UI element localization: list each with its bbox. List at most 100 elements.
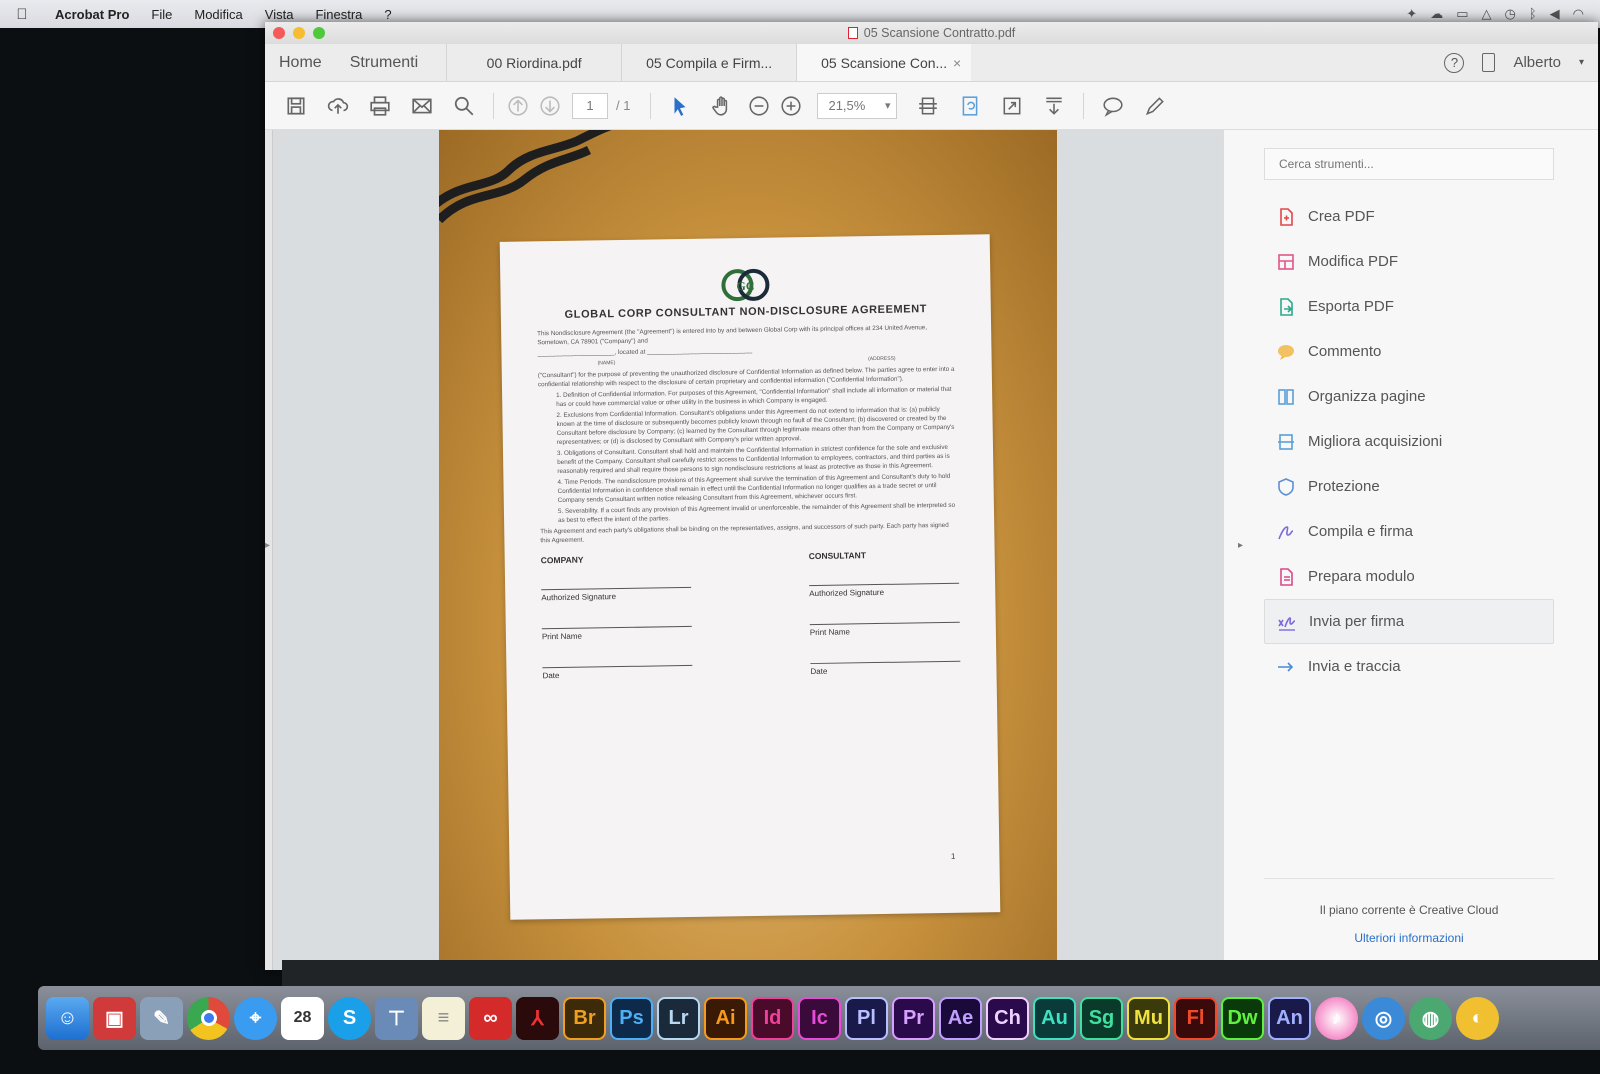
dock-app-br-icon[interactable]: Br [563, 996, 606, 1040]
globe-icon[interactable]: ◍ [1409, 996, 1452, 1040]
tool-label: Prepara modulo [1308, 568, 1415, 585]
tool-item[interactable]: Compila e firma [1264, 509, 1554, 554]
tab-tools[interactable]: Strumenti [336, 44, 432, 81]
airplay-icon[interactable]: △ [1482, 6, 1492, 22]
acrobat-icon[interactable]: ⅄ [516, 996, 559, 1040]
mobile-link-icon[interactable] [1482, 53, 1496, 72]
cloud-icon[interactable]: ☁ [1430, 6, 1443, 22]
preview-icon[interactable]: ✎ [140, 996, 183, 1040]
next-page-icon[interactable] [534, 89, 566, 123]
dock-app-sg-icon[interactable]: Sg [1080, 996, 1123, 1040]
save-icon[interactable] [275, 89, 317, 123]
safari-icon[interactable]: ⌖ [234, 996, 277, 1040]
doc-tab-compila[interactable]: 05 Compila e Firm... [621, 44, 796, 81]
tool-item[interactable]: Invia per firma [1264, 599, 1554, 644]
calendar-icon[interactable]: 28 [281, 996, 324, 1040]
zoom-out-icon[interactable] [743, 89, 775, 123]
company-heading: COMPANY [540, 554, 584, 566]
dock-app-pl-icon[interactable]: Pl [845, 996, 888, 1040]
search-icon[interactable] [443, 89, 485, 123]
skype-icon[interactable]: S [328, 996, 371, 1040]
page-number-input[interactable]: 1 [572, 92, 608, 119]
tab-home[interactable]: Home [265, 44, 336, 81]
dock-app-dw-icon[interactable]: Dw [1221, 996, 1264, 1040]
doc-tab-scansione[interactable]: 05 Scansione Con... × [796, 44, 972, 81]
tool-item[interactable]: Commento [1264, 329, 1554, 374]
zoom-window-button[interactable] [313, 27, 325, 39]
minimize-window-button[interactable] [293, 27, 305, 39]
full-screen-icon[interactable] [991, 89, 1033, 123]
bluetooth-icon[interactable]: ᛒ [1529, 6, 1537, 22]
email-icon[interactable] [401, 89, 443, 123]
menu-modifica[interactable]: Modifica [183, 7, 253, 22]
network-icon[interactable]: ◎ [1362, 996, 1405, 1040]
left-panel-toggle[interactable]: ▸ [265, 130, 273, 970]
tool-item[interactable]: Invia e traccia [1264, 644, 1554, 689]
scroll-mode-icon[interactable] [1033, 89, 1075, 123]
dropbox-icon[interactable]: ✦ [1406, 6, 1417, 22]
collapse-pane-icon[interactable]: ▸ [1238, 540, 1243, 551]
tool-item[interactable]: Organizza pagine [1264, 374, 1554, 419]
dock-app-ic-icon[interactable]: Ic [798, 996, 841, 1040]
display-icon[interactable]: ▭ [1456, 6, 1468, 22]
prepare-form-icon [1276, 567, 1296, 587]
zoom-level-select[interactable]: 21,5% [817, 92, 898, 119]
finder-icon[interactable]: ☺ [46, 996, 89, 1040]
comment-bubble-icon[interactable] [1092, 89, 1134, 123]
dock-app-pr-icon[interactable]: Pr [892, 996, 935, 1040]
dock-app-au-icon[interactable]: Au [1033, 996, 1076, 1040]
dock-app-mu-icon[interactable]: Mu [1127, 996, 1170, 1040]
menu-app-name[interactable]: Acrobat Pro [44, 7, 140, 22]
more-info-link[interactable]: Ulteriori informazioni [1264, 931, 1554, 945]
toolbar-separator [493, 92, 494, 119]
menu-finestra[interactable]: Finestra [304, 7, 373, 22]
dock-app-lr-icon[interactable]: Lr [657, 996, 700, 1040]
agreement-body: This Nondisclosure Agreement (the "Agree… [537, 323, 958, 546]
time-machine-icon[interactable]: ◷ [1505, 6, 1516, 22]
app-icon[interactable]: ◐ [1456, 996, 1499, 1040]
dock-app-ae-icon[interactable]: Ae [939, 996, 982, 1040]
user-menu[interactable]: Alberto [1513, 54, 1561, 71]
pen-icon[interactable] [1134, 89, 1176, 123]
dock-app-ai-icon[interactable]: Ai [704, 996, 747, 1040]
help-icon[interactable]: ? [1444, 52, 1465, 73]
tool-item[interactable]: Protezione [1264, 464, 1554, 509]
tool-item[interactable]: Modifica PDF [1264, 239, 1554, 284]
notes-icon[interactable]: ≡ [422, 996, 465, 1040]
tool-item[interactable]: Esporta PDF [1264, 284, 1554, 329]
upload-cloud-icon[interactable] [317, 89, 359, 123]
dock-app-ps-icon[interactable]: Ps [610, 996, 653, 1040]
apple-icon[interactable]:  [0, 6, 44, 23]
expand-left-icon[interactable]: ▸ [265, 540, 270, 551]
dock-app-ch-icon[interactable]: Ch [986, 996, 1029, 1040]
creative-cloud-icon[interactable]: ∞ [469, 996, 512, 1040]
menu-help[interactable]: ? [373, 7, 402, 22]
fit-page-icon[interactable] [907, 89, 949, 123]
zoom-in-icon[interactable] [775, 89, 807, 123]
document-view[interactable]: ▸ GC GLOBAL CORP CONSULTANT NON-DISCLOSU… [265, 130, 1223, 970]
dock-app-an-icon[interactable]: An [1268, 996, 1311, 1040]
menu-file[interactable]: File [140, 7, 183, 22]
menu-vista[interactable]: Vista [254, 7, 305, 22]
select-cursor-icon[interactable] [659, 89, 701, 123]
rotate-page-icon[interactable] [949, 89, 991, 123]
print-icon[interactable] [359, 89, 401, 123]
wifi-icon[interactable]: ◠ [1573, 6, 1584, 22]
chevron-down-icon[interactable]: ▾ [1579, 57, 1584, 68]
dock-app-id-icon[interactable]: Id [751, 996, 794, 1040]
close-window-button[interactable] [273, 27, 285, 39]
doc-tab-riordina[interactable]: 00 Riordina.pdf [446, 44, 621, 81]
tool-item[interactable]: Migliora acquisizioni [1264, 419, 1554, 464]
tool-item[interactable]: Crea PDF [1264, 194, 1554, 239]
volume-icon[interactable]: ◀ [1550, 6, 1560, 22]
parallels-icon[interactable]: ▣ [93, 996, 136, 1040]
itunes-icon[interactable]: ♪ [1315, 996, 1358, 1040]
hand-tool-icon[interactable] [701, 89, 743, 123]
chrome-icon[interactable] [187, 996, 230, 1040]
dock-app-fl-icon[interactable]: Fl [1174, 996, 1217, 1040]
search-tools-input[interactable] [1264, 148, 1554, 180]
prev-page-icon[interactable] [502, 89, 534, 123]
keynote-icon[interactable]: ⊤ [375, 996, 418, 1040]
tool-item[interactable]: Prepara modulo [1264, 554, 1554, 599]
close-tab-icon[interactable]: × [953, 55, 961, 71]
